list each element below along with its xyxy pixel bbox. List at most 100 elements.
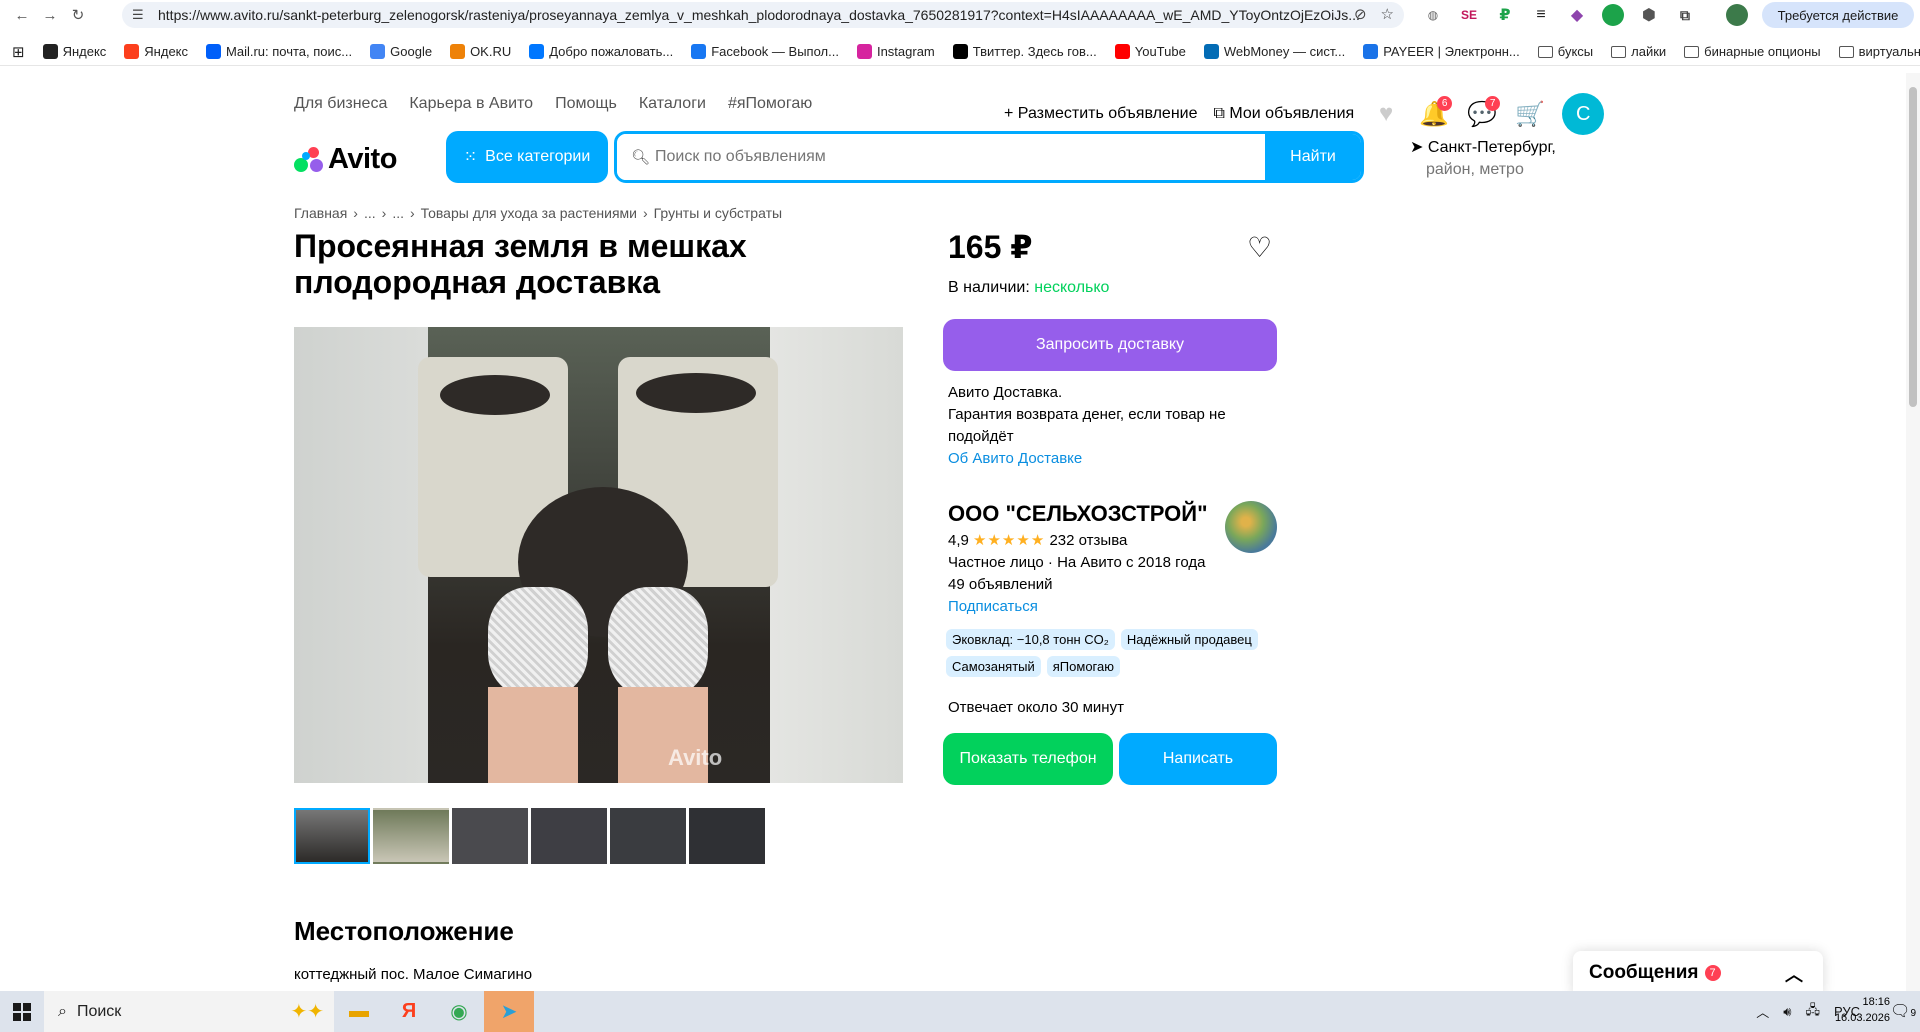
site-info-icon[interactable]: ☰	[132, 7, 148, 23]
seller-avatar[interactable]	[1225, 501, 1277, 553]
tracking-icon[interactable]: ⊘	[1354, 5, 1367, 23]
badge-reliable[interactable]: Надёжный продавец	[1120, 629, 1258, 650]
forward-icon[interactable]: →	[36, 1, 64, 29]
bookmark-item[interactable]: OK.RU	[450, 44, 511, 59]
post-ad-link[interactable]: + Разместить объявление	[1004, 105, 1198, 123]
network-icon[interactable]: 🖧︎	[1805, 1001, 1820, 1023]
seller-name[interactable]: ООО "СЕЛЬХОЗСТРОЙ"	[948, 501, 1208, 527]
yandex-browser-icon[interactable]: Я	[384, 991, 434, 1032]
telegram-icon[interactable]: ➤	[484, 991, 534, 1032]
speaker-icon[interactable]: 🔊︎	[1783, 1004, 1791, 1020]
bookmark-item[interactable]: Твиттер. Здесь гов...	[952, 44, 1097, 59]
nav-help[interactable]: Помощь	[555, 95, 617, 113]
breadcrumb-item[interactable]: ...	[364, 205, 376, 221]
chrome-icon[interactable]: ◉	[434, 991, 484, 1032]
file-explorer-icon[interactable]: ▬	[334, 991, 384, 1032]
cart-icon[interactable]: 🛒	[1514, 98, 1546, 130]
thumbnail[interactable]	[373, 808, 449, 864]
extension-ruble-icon[interactable]: ₽	[1494, 4, 1516, 26]
stock-status: В наличии: несколько	[948, 279, 1110, 296]
yandex-plus-icon	[42, 44, 58, 59]
search-input[interactable]	[617, 134, 1265, 180]
bookmark-item[interactable]: Google	[370, 44, 432, 59]
about-delivery-link[interactable]: Об Авито Доставке	[948, 448, 1248, 470]
bookmark-item[interactable]: Instagram	[856, 44, 935, 59]
badge-help[interactable]: яПомогаю	[1046, 656, 1120, 677]
bookmark-item[interactable]: виртуально	[1838, 44, 1920, 59]
grid-dots-icon: ⁙	[463, 149, 478, 166]
extension-globe-icon[interactable]: ◍	[1422, 4, 1444, 26]
main-photo[interactable]: Avito	[294, 327, 903, 783]
chat-icon[interactable]: 💬 7	[1466, 96, 1501, 130]
badge-eco[interactable]: Эковклад: −10,8 тонн CO₂	[946, 629, 1115, 650]
bookmark-item[interactable]: Facebook — Выпол...	[691, 44, 839, 59]
my-ads-link[interactable]: ⧉ Мои объявления	[1214, 105, 1355, 123]
request-delivery-button[interactable]: Запросить доставку	[943, 319, 1277, 371]
back-icon[interactable]: ←	[8, 1, 36, 29]
notifications-bell-icon[interactable]: 🔔 6	[1418, 96, 1453, 130]
bookmark-item[interactable]: Яндекс	[124, 44, 188, 59]
breadcrumb-item[interactable]: Товары для ухода за растениями	[421, 205, 637, 221]
location-selector[interactable]: ➤ Санкт-Петербург, район, метро	[1410, 137, 1556, 181]
avito-logo[interactable]: Avito	[294, 143, 397, 176]
url-text: https://www.avito.ru/sankt-peterburg_zel…	[158, 7, 1360, 23]
bookmark-item[interactable]: PAYEER | Электронн...	[1363, 44, 1520, 59]
messages-widget[interactable]: Сообщения 7 ︿	[1573, 951, 1823, 991]
bookmark-star-icon[interactable]: ☆	[1381, 5, 1394, 23]
notifications-icon[interactable]: 🗨︎9	[1890, 1001, 1916, 1021]
taskbar-search[interactable]: ⌕ Поиск ✦✦	[44, 991, 334, 1032]
extension-hex-icon[interactable]: ⬢	[1638, 4, 1660, 26]
bookmark-item[interactable]: WebMoney — сист...	[1203, 44, 1345, 59]
page-scrollbar[interactable]	[1906, 73, 1920, 991]
extension-list-icon[interactable]: ≡	[1530, 4, 1552, 26]
mailru-icon	[206, 44, 222, 59]
write-message-button[interactable]: Написать	[1119, 733, 1277, 785]
user-avatar[interactable]: С	[1562, 93, 1605, 135]
extension-se-icon[interactable]: SE	[1458, 4, 1480, 26]
reviews-link[interactable]: 232 отзыва	[1049, 532, 1127, 549]
scrollbar-thumb[interactable]	[1909, 87, 1917, 407]
system-clock[interactable]: 18:16 16.03.2026	[1835, 994, 1890, 1026]
search-button[interactable]: Найти	[1265, 134, 1361, 180]
extensions-puzzle-icon[interactable]: ⧉	[1674, 4, 1696, 26]
breadcrumb: Главная › ... › ... › Товары для ухода за р…	[294, 205, 783, 221]
favorites-heart-icon[interactable]: ♥	[1370, 98, 1402, 130]
thumbnail[interactable]	[531, 808, 607, 864]
thumbnail[interactable]	[452, 808, 528, 864]
breadcrumb-item[interactable]: ...	[392, 205, 404, 221]
address-bar[interactable]: ☰ https://www.avito.ru/sankt-peterburg_z…	[122, 2, 1404, 28]
profile-icon[interactable]	[1726, 4, 1748, 26]
thumbnail[interactable]	[689, 808, 765, 864]
badge-self-employed[interactable]: Самозанятый	[946, 656, 1041, 677]
favorite-heart-icon[interactable]: ♡	[1247, 231, 1272, 264]
seller-badges: Эковклад: −10,8 тонн CO₂ Надёжный продав…	[946, 629, 1286, 677]
nav-catalogs[interactable]: Каталоги	[639, 95, 706, 113]
seller-ads-count[interactable]: 49 объявлений	[948, 574, 1205, 596]
thumbnail[interactable]	[294, 808, 370, 864]
folder-icon	[1684, 45, 1700, 58]
thumbnail[interactable]	[610, 808, 686, 864]
all-categories-button[interactable]: ⁙ Все категории	[446, 131, 608, 183]
bookmark-item[interactable]: буксы	[1537, 44, 1593, 59]
chevron-up-icon[interactable]: ︿	[1785, 961, 1803, 987]
apps-grid-icon[interactable]: ⊞	[12, 43, 25, 61]
bookmark-item[interactable]: Яндекс	[42, 44, 106, 59]
subscribe-link[interactable]: Подписаться	[948, 596, 1205, 618]
bookmark-item[interactable]: Mail.ru: почта, поис...	[206, 44, 352, 59]
windows-start-icon[interactable]	[0, 991, 44, 1032]
reload-icon[interactable]: ↻	[64, 1, 92, 29]
bookmark-item[interactable]: YouTube	[1114, 44, 1186, 59]
extension-gem-icon[interactable]: ◆	[1566, 4, 1588, 26]
bookmark-item[interactable]: Добро пожаловать...	[529, 44, 673, 59]
bookmark-item[interactable]: лайки	[1611, 44, 1666, 59]
bookmark-item[interactable]: бинарные опционы	[1684, 44, 1821, 59]
breadcrumb-home[interactable]: Главная	[294, 205, 347, 221]
show-phone-button[interactable]: Показать телефон	[943, 733, 1113, 785]
nav-business[interactable]: Для бизнеса	[294, 95, 387, 113]
tray-chevron-icon[interactable]: ︿	[1756, 1002, 1769, 1021]
nav-help-hashtag[interactable]: #яПомогаю	[728, 95, 812, 113]
extension-green-icon[interactable]	[1602, 4, 1624, 26]
action-required-button[interactable]: Требуется действие	[1762, 2, 1914, 28]
nav-career[interactable]: Карьера в Авито	[409, 95, 533, 113]
breadcrumb-item[interactable]: Грунты и субстраты	[654, 205, 782, 221]
